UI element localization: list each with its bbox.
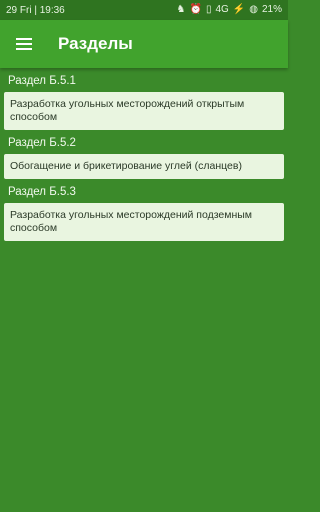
alarm-icon: ⏰ [189,4,202,15]
sections-list: Раздел Б.5.1 Разработка угольных месторо… [0,68,288,241]
section-card[interactable]: Разработка угольных месторождений открыт… [4,92,284,130]
network-label: 4G [215,4,229,15]
section-card[interactable]: Разработка угольных месторождений подзем… [4,203,284,241]
section-header: Раздел Б.5.1 [8,75,76,87]
vibrate-icon: ▯ [205,4,212,15]
battery-level: 21% [261,4,282,15]
section-b-5-2: Раздел Б.5.2 Обогащение и брикетирование… [0,130,288,179]
hamburger-icon [16,38,32,50]
section-b-5-3: Раздел Б.5.3 Разработка угольных месторо… [0,179,288,241]
section-header: Раздел Б.5.3 [8,186,76,198]
status-icons: ♞ ⏰ ▯ 4G ⚡ ◍ 21% [177,5,282,15]
section-b-5-1: Раздел Б.5.1 Разработка угольных месторо… [0,68,288,130]
status-bar: 29 Fri | 19:36 ♞ ⏰ ▯ 4G ⚡ ◍ 21% [0,0,288,20]
battery-icon: ◍ [249,4,258,15]
page-title: Разделы [58,34,133,53]
section-header: Раздел Б.5.2 [8,137,76,149]
charging-icon: ⚡ [232,4,246,15]
menu-button[interactable] [0,20,48,68]
app-bar: Разделы [0,20,288,68]
app-notification-icon: ♞ [176,4,186,15]
section-card[interactable]: Обогащение и брикетирование углей (сланц… [4,154,284,179]
status-time: 29 Fri | 19:36 [6,4,65,16]
